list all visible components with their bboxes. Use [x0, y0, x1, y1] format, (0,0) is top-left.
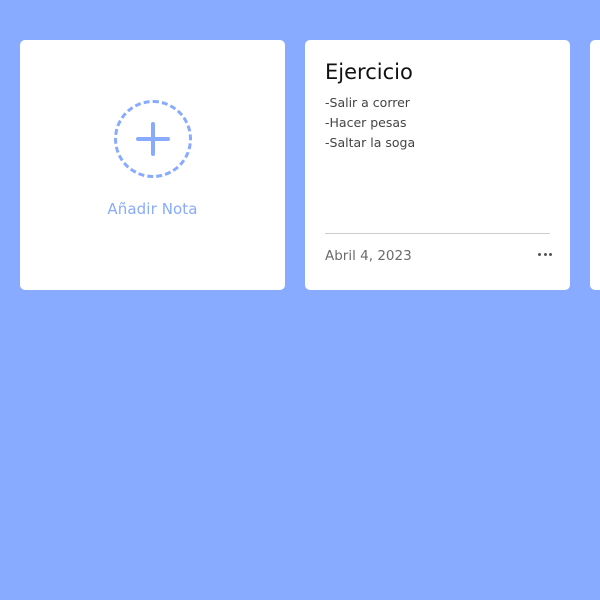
note-card[interactable]: Ejercicio -Salir a correr -Hacer pesas -… [305, 40, 570, 290]
notes-board: Añadir Nota Ejercicio -Salir a correr -H… [0, 0, 600, 600]
plus-icon-vertical [150, 122, 155, 156]
note-title: Ejercicio [325, 60, 413, 84]
note-line: -Hacer pesas [325, 115, 407, 130]
add-note-card[interactable]: Añadir Nota [20, 40, 285, 290]
note-divider [325, 233, 550, 234]
note-line: -Salir a correr [325, 95, 410, 110]
more-horizontal-icon[interactable] [538, 246, 552, 262]
note-card-partial[interactable] [590, 40, 600, 290]
note-body: -Salir a correr -Hacer pesas -Saltar la … [325, 93, 550, 153]
add-note-icon[interactable] [113, 100, 192, 178]
note-line: -Saltar la soga [325, 135, 416, 150]
note-date: Abril 4, 2023 [325, 248, 412, 264]
add-note-label[interactable]: Añadir Nota [107, 200, 197, 218]
